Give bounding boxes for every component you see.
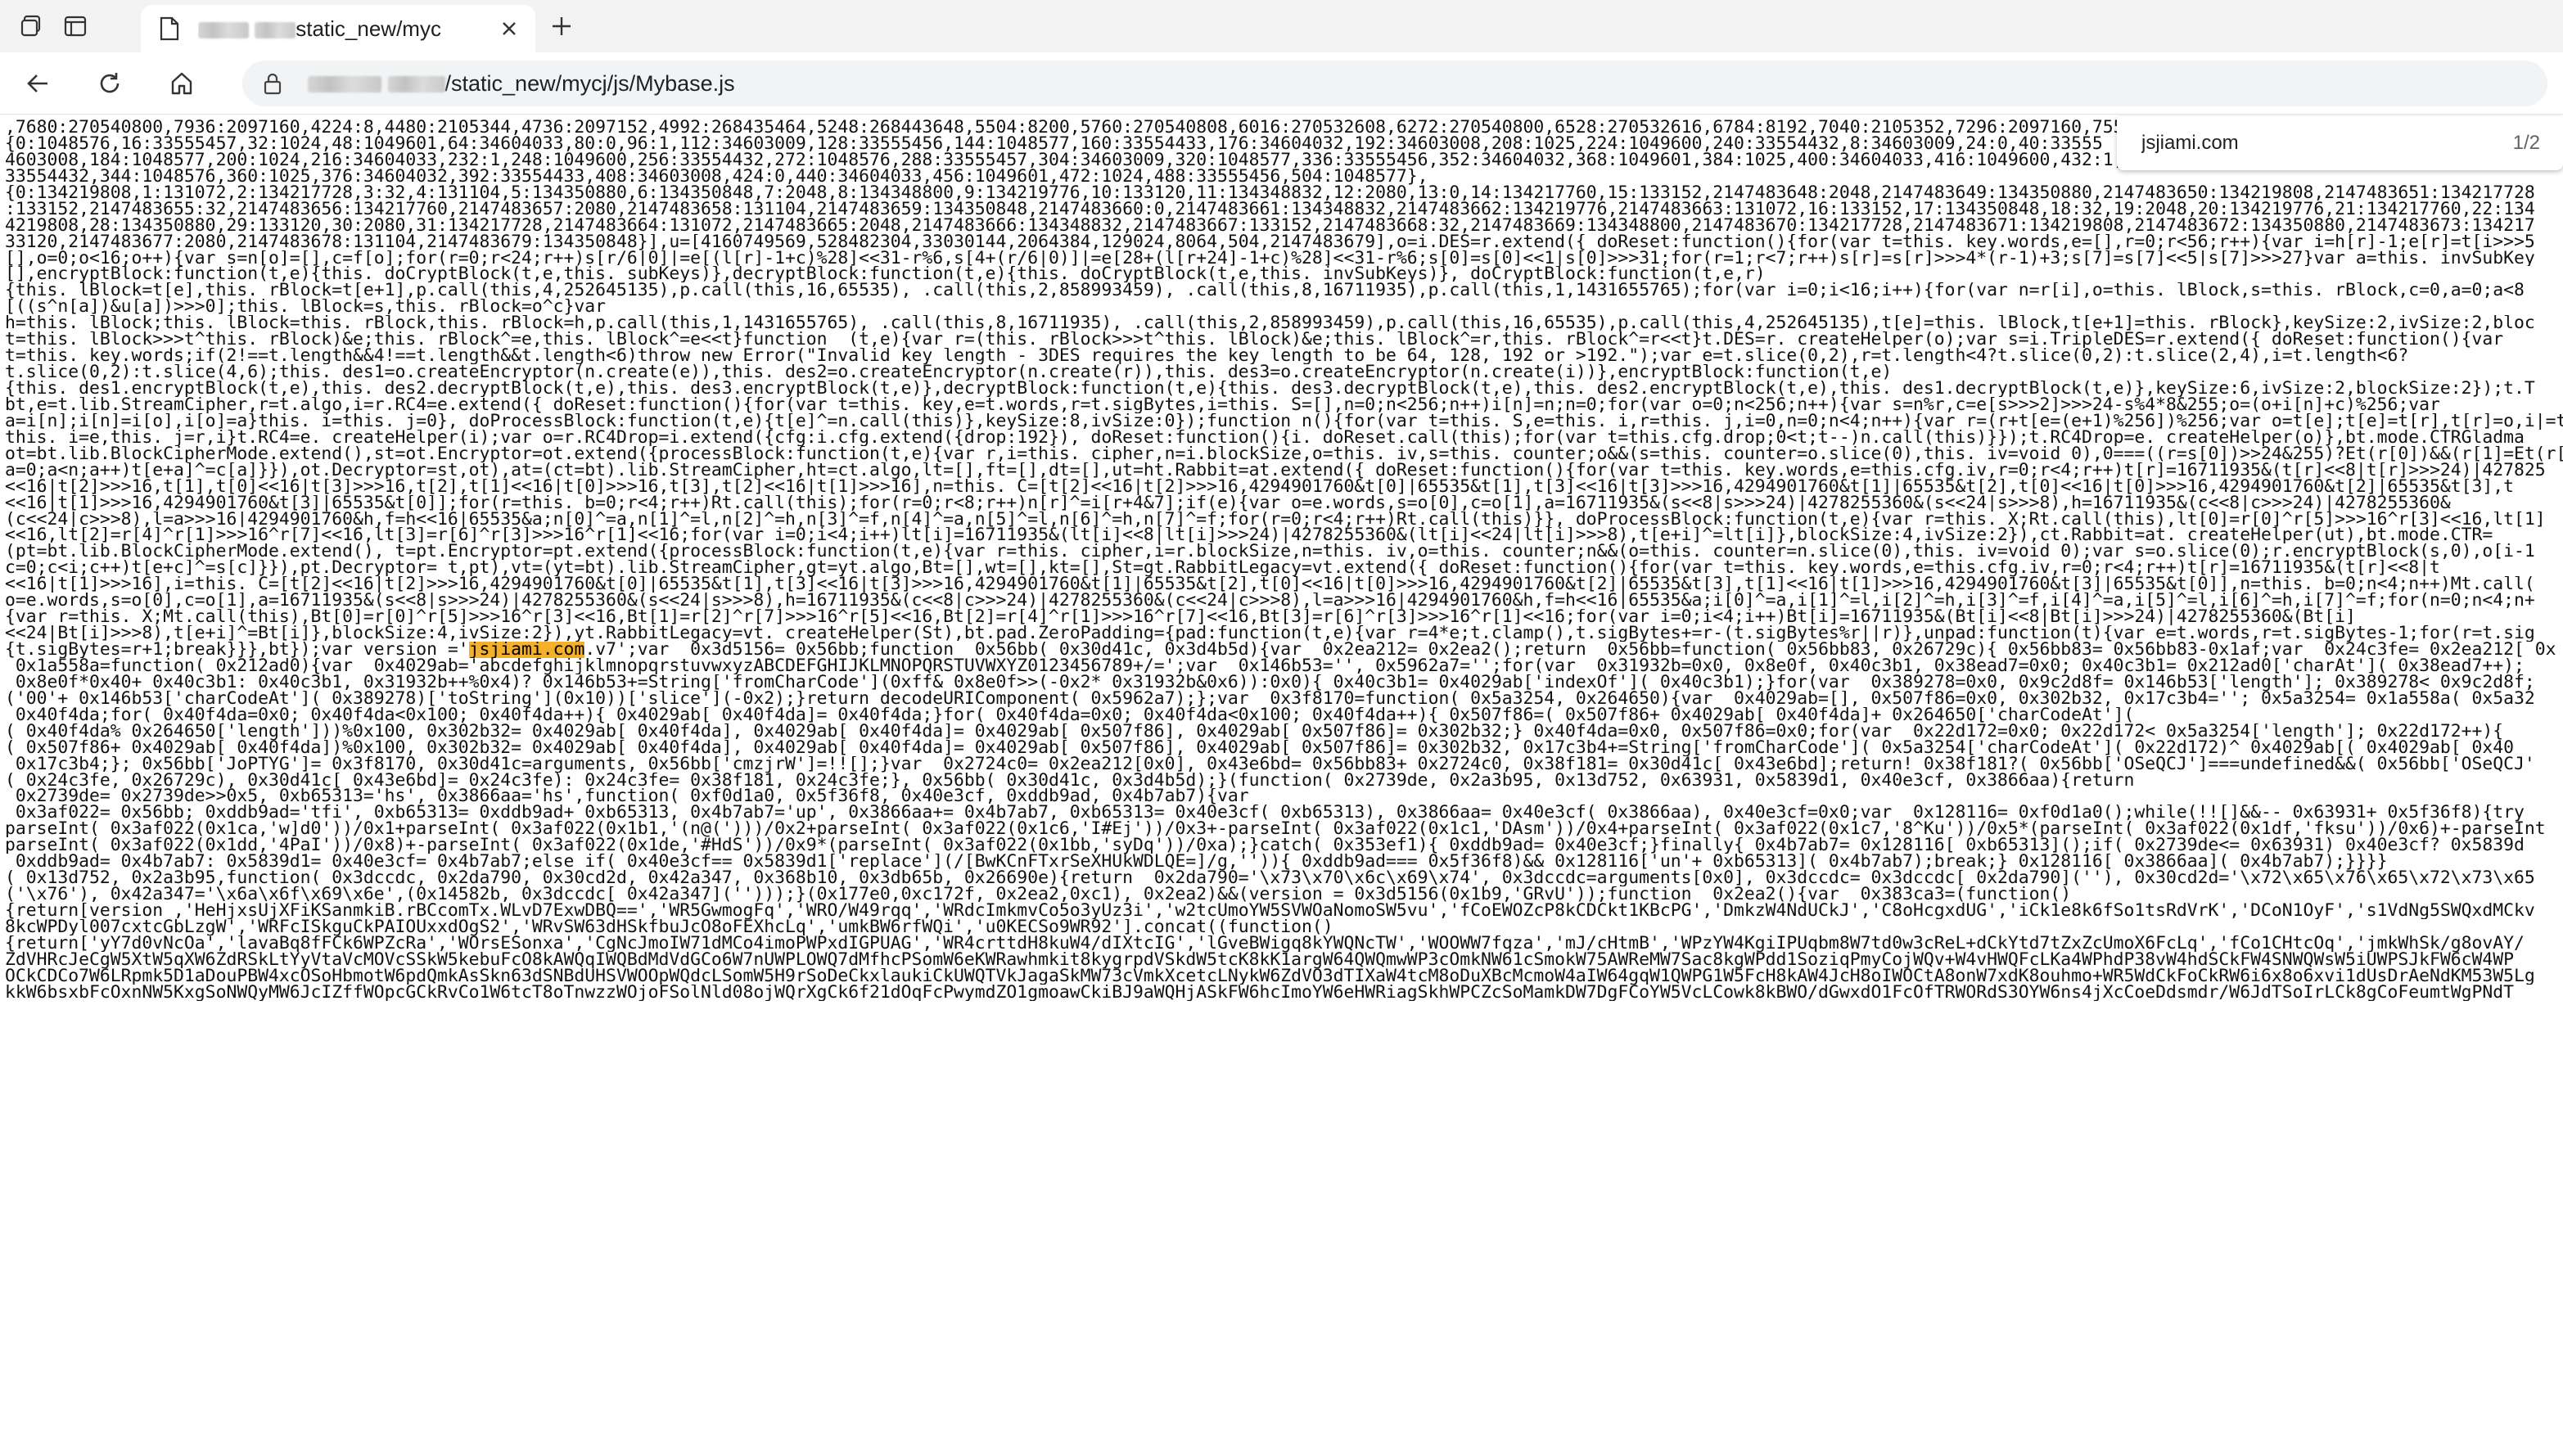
code-line: <<16|t[2]>>>16,t[1],t[0]<<16|t[3]>>>16,t… (5, 478, 2515, 495)
code-line: ('00'+_0x146b53['charCodeAt'](_0x389278)… (5, 690, 2535, 707)
code-line: :133152,2147483655:32,2147483656:1342177… (5, 201, 2535, 218)
code-line: (_0x40f4da%_0x264650['length']))%0x100,_… (5, 723, 2504, 740)
code-line: ot=bt.lib.BlockCipherMode.extend(),st=ot… (5, 445, 2563, 462)
code-line: <<16,lt[2]=r[4]^r[1]>>>16^r[7]<<16,lt[3]… (5, 527, 2493, 544)
arrow-left-icon[interactable] (21, 67, 54, 100)
code-line: {this._lBlock=t[e],this._rBlock=t[e+1],p… (5, 282, 2525, 300)
code-line: c=0;c<i;c++)t[e+c]^=s[c]}}),pt.Decryptor… (5, 560, 2440, 577)
code-line: 8kcWPDyl007cxtcGbLzgW','WRFcISkguCkPAIOU… (5, 918, 1333, 935)
code-line: parseInt(_0x3af022(0x1ca,'w]d0'))/0x1+pa… (5, 821, 2546, 838)
code-line: {this._des1.encryptBlock(t,e),this._des2… (5, 381, 2535, 397)
code-line: o=e.words,s=o[0],c=o[1],a=16711935&(s<<8… (5, 593, 2535, 610)
code-line: (c<<24|c>>>8),l=a>>>16|4294901760&h,f=h<… (5, 511, 2546, 528)
code-segment: {t.sigBytes=r+1;break}}},bt});var versio… (5, 642, 469, 658)
find-bar: 1/2 (2117, 116, 2563, 170)
code-line: {return['yY7d0vNcOa','lavaBq8fFCk6WPZcRa… (5, 935, 2525, 952)
code-line: ('\x76'),_0x42a347='\x6a\x6f\x69\x6e',(0… (5, 886, 2072, 903)
match-count: 1/2 (2512, 132, 2540, 154)
code-line: a=i[n];i[n]=i[o],i[o]=a}this._i=this._j=… (5, 412, 2563, 430)
code-line-highlighted: {t.sigBytes=r+1;break}}},bt});var versio… (5, 642, 2563, 658)
code-segment: .v7';var _0x3d5156=_0x56bb;function _0x5… (584, 642, 2556, 658)
source-code: ,7680:270540800,7936:2097160,4224:8,4480… (5, 119, 2563, 1001)
code-line: _0x3af022=_0x56bb;_0xddb9ad='tfi',_0xb65… (5, 805, 2525, 822)
code-line: this._i=e,this._j=r,i}t.RC4=e._createHel… (5, 429, 2525, 446)
code-line: t=this._key.words;if(2!==t.length&&4!==t… (5, 348, 2409, 365)
code-line: (pt=bt.lib.BlockCipherMode.extend(),_t=p… (5, 543, 2535, 561)
code-line: <<16|t[1]>>>16,4294901760&t[3]|65535&t[0… (5, 494, 2451, 512)
tab-actions-icon[interactable] (61, 11, 90, 41)
code-line: {var r=this._X;Mt.call(this),Bt[0]=r[0]^… (5, 609, 2356, 626)
document-icon (157, 16, 182, 41)
code-line: ZdVHRcJeCgW5XtW5qXW6ZdRSkLtYyVtaVcMOVcSS… (5, 951, 2515, 968)
active-tab[interactable]: static_new/myc (141, 5, 535, 52)
reload-icon[interactable] (93, 67, 126, 100)
code-line: t=this._lBlock>>>t^this._rBlock)&e;this.… (5, 331, 2504, 349)
tab-title: static_new/myc (198, 16, 494, 42)
code-line: _0x2739de=_0x2739de>>0x5,_0xb65313='hs',… (5, 788, 1249, 805)
code-line: {return[version_,'HeHjxsUjXFiKSanmkiB.rB… (5, 903, 2535, 919)
plus-icon[interactable] (547, 11, 576, 41)
code-line: [((s^n[a])&u[a])>>>0];this._lBlock=s,thi… (5, 299, 607, 316)
code-line: _0x1a558a=function(_0x212ad0){var _0x402… (5, 657, 2525, 674)
address-bar[interactable]: /static_new/mycj/js/Mybase.js (242, 61, 2547, 106)
code-line: _0x8e0f*0x40+_0x40c3b1:_0x40c3b1,_0x3193… (5, 674, 2535, 691)
url-text[interactable]: /static_new/mycj/js/Mybase.js (308, 71, 735, 97)
code-line: _0x17c3b4;};_0x56bb['JoPTYG']=_0x3f8170,… (5, 755, 2535, 773)
code-line: <<24|Bt[i]>>>8),t[e+i]^=Bt[i]},blockSize… (5, 625, 2535, 642)
code-line: _0x40f4da;for(_0x40f4da=0x0;_0x40f4da<0x… (5, 706, 2135, 723)
code-line: <<16|t[1]>>>16],i=this._C=[t[2]<<16|t[2]… (5, 576, 2535, 593)
code-line: (_0x507f86+_0x4029ab[_0x40f4da])%0x100,_… (5, 739, 2515, 756)
code-line: kkW6bsxbFcOxnNW5KxgSoNWQyMW6JcIZffWOpcGC… (5, 984, 2515, 1001)
close-icon[interactable] (494, 14, 524, 43)
lock-icon[interactable] (260, 71, 285, 96)
home-icon[interactable] (165, 67, 198, 100)
code-line: bt,e=t.lib.StreamCipher,r=t.algo,i=r.RC4… (5, 396, 2440, 413)
code-line: [],o=0;o<16;o++){var s=n[o]=[],c=f[o];fo… (5, 250, 2535, 267)
tab-strip: static_new/myc (0, 0, 2563, 52)
code-line: _0xddb9ad=_0x4b7ab7:_0x5839d1=_0x40e3cf=… (5, 854, 2388, 871)
code-line: a=0;a<n;a++)t[e+a]^=c[a]}}),ot.Decryptor… (5, 462, 2546, 479)
code-line: {0:134219808,1:131072,2:134217728,3:32,4… (5, 184, 2535, 201)
code-line: parseInt(_0x3af022(0x1dd,'4PaI'))/0x8)+-… (5, 837, 2525, 854)
code-line: (_0x24c3fe,_0x26729c),_0x30d41c[_0x43e6b… (5, 772, 2135, 789)
search-match-highlight: jsjiami.com (468, 642, 585, 658)
code-line: [],encryptBlock:function(t,e){this._doCr… (5, 266, 1766, 283)
workspaces-icon[interactable] (18, 11, 47, 41)
code-line: 33554432,344:1048576,360:1025,376:346040… (5, 168, 1428, 185)
navigation-bar: /static_new/mycj/js/Mybase.js (0, 52, 2563, 115)
code-line: OCkCDCo7W6LRpmk5D1aDouPBW4xcOSoHbmotW6pd… (5, 967, 2535, 985)
find-input[interactable] (2141, 132, 2452, 155)
code-line: t.slice(0,2):t.slice(4,6);this._des1=o.c… (5, 364, 1893, 381)
code-line: 4219808,28:134350880,29:133120,30:2080,3… (5, 217, 2535, 234)
page-content: ,7680:270540800,7936:2097160,4224:8,4480… (0, 115, 2563, 1456)
code-line: (_0x13d752,_0x2a3b95,function(_0x3dccdc,… (5, 870, 2535, 887)
code-line: h=this._lBlock;this._lBlock=this._rBlock… (5, 315, 2535, 332)
code-line: 33120,2147483677:2080,2147483678:131104,… (5, 233, 2535, 250)
